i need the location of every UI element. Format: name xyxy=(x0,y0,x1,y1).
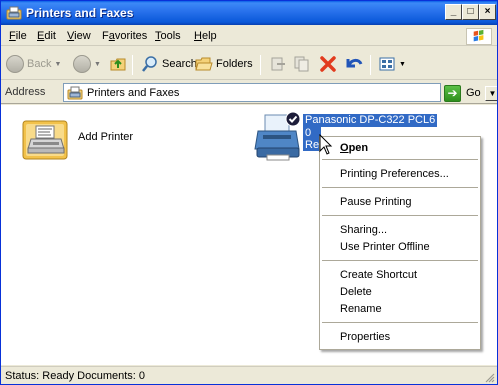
resize-grip-icon[interactable] xyxy=(483,371,495,383)
menu-item-create-shortcut[interactable]: Create Shortcut xyxy=(322,266,478,284)
printer-label[interactable]: Panasonic DP-C322 PCL6 xyxy=(303,114,438,127)
explorer-window: Printers and Faxes _ □ × File Edit View … xyxy=(0,0,498,385)
undo-icon xyxy=(346,58,363,68)
up-folder-icon xyxy=(110,58,126,71)
status-bar: Status: Ready Documents: 0 xyxy=(1,366,497,384)
status-text: Status: Ready Documents: 0 xyxy=(5,370,146,382)
menu-edit[interactable]: Edit xyxy=(37,30,56,42)
folders-icon xyxy=(195,57,213,71)
back-arrow-icon xyxy=(6,55,24,73)
copy-to-icon xyxy=(294,56,309,72)
printer-icon[interactable] xyxy=(253,111,303,163)
add-printer-label[interactable]: Add Printer xyxy=(78,131,133,143)
menu-tools[interactable]: Tools xyxy=(155,30,181,42)
chevron-down-icon: ▼ xyxy=(94,60,101,68)
menu-help[interactable]: Help xyxy=(194,30,217,42)
delete-button[interactable] xyxy=(319,55,337,73)
menu-favorites[interactable]: Favorites xyxy=(102,30,147,42)
move-to-button[interactable] xyxy=(269,55,287,73)
menu-item-rename[interactable]: Rename xyxy=(322,300,478,318)
forward-button[interactable]: ▼ xyxy=(73,55,101,73)
windows-logo-icon xyxy=(466,28,492,45)
address-value: Printers and Faxes xyxy=(87,87,180,99)
printers-folder-icon xyxy=(67,86,83,100)
menu-item-printing-preferences[interactable]: Printing Preferences... xyxy=(322,165,478,183)
address-bar: Address Printers and Faxes ▼ ➔ Go xyxy=(1,81,497,104)
go-arrow-icon: ➔ xyxy=(444,84,461,102)
menu-bar: File Edit View Favorites Tools Help xyxy=(1,26,497,46)
back-button[interactable]: Back ▼ xyxy=(6,55,61,73)
views-button[interactable]: ▼ xyxy=(378,55,406,73)
minimize-button[interactable]: _ xyxy=(445,4,462,20)
printers-folder-icon xyxy=(6,6,22,20)
forward-arrow-icon xyxy=(73,55,91,73)
undo-button[interactable] xyxy=(344,55,364,73)
menu-file[interactable]: File xyxy=(9,30,27,42)
printer-context-menu: Open Printing Preferences... Pause Print… xyxy=(319,136,481,350)
menu-item-pause-printing[interactable]: Pause Printing xyxy=(322,193,478,211)
title-bar[interactable]: Printers and Faxes _ □ × xyxy=(1,1,497,25)
search-icon xyxy=(142,56,157,72)
menu-item-sharing[interactable]: Sharing... xyxy=(322,221,478,239)
go-button[interactable]: ➔ Go xyxy=(444,84,492,102)
menu-item-use-printer-offline[interactable]: Use Printer Offline xyxy=(322,238,478,256)
delete-x-icon xyxy=(320,56,336,72)
copy-to-button[interactable] xyxy=(293,55,311,73)
move-to-icon xyxy=(271,57,285,71)
views-icon xyxy=(379,57,395,71)
chevron-down-icon: ▼ xyxy=(399,60,406,68)
menu-item-open[interactable]: Open xyxy=(322,139,478,157)
add-printer-icon[interactable] xyxy=(21,115,71,163)
folders-button[interactable]: Folders xyxy=(195,55,253,73)
menu-view[interactable]: View xyxy=(67,30,91,42)
menu-item-properties[interactable]: Properties xyxy=(322,328,478,346)
close-button[interactable]: × xyxy=(479,4,496,20)
window-title: Printers and Faxes xyxy=(26,6,134,20)
up-folder-button[interactable] xyxy=(109,55,127,73)
search-button[interactable]: Search xyxy=(141,55,197,73)
mouse-cursor-icon xyxy=(319,134,333,155)
menu-item-delete[interactable]: Delete xyxy=(322,283,478,301)
address-field[interactable]: Printers and Faxes ▼ xyxy=(63,83,497,102)
maximize-button[interactable]: □ xyxy=(462,4,479,20)
toolbar: Back ▼ ▼ Search Folders ▼ xyxy=(1,47,497,80)
address-label: Address xyxy=(5,86,46,98)
chevron-down-icon: ▼ xyxy=(54,60,62,68)
